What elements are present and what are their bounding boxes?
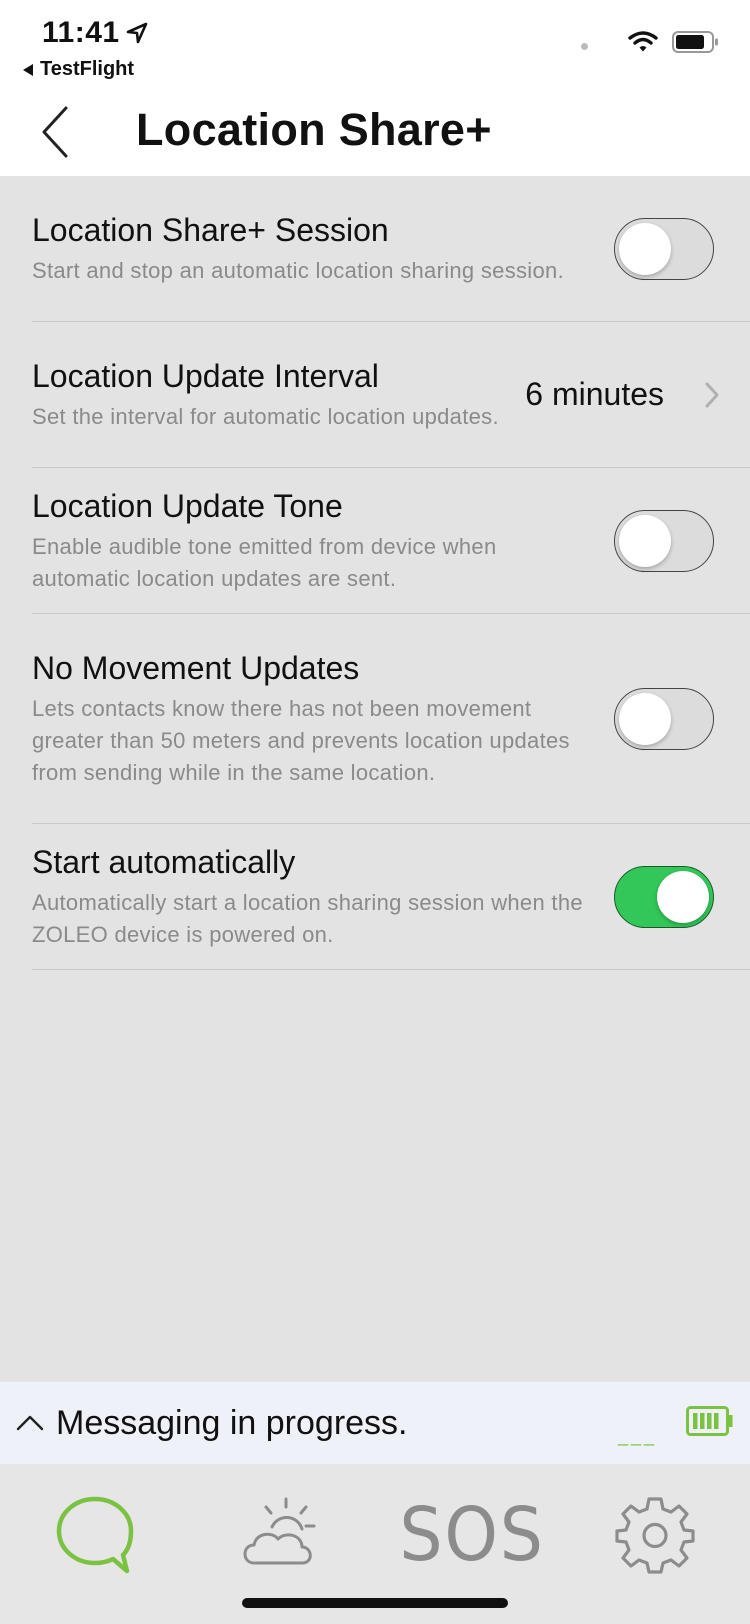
tab-messages[interactable] <box>40 1480 150 1590</box>
setting-title: Location Update Tone <box>32 487 343 524</box>
setting-text: Location Update Interval Set the interva… <box>32 357 525 433</box>
setting-row-update-tone: Location Update Tone Enable audible tone… <box>32 468 750 614</box>
setting-title: Location Share+ Session <box>32 211 389 248</box>
toggle-knob <box>619 222 671 275</box>
status-icons <box>581 30 720 54</box>
tab-settings[interactable] <box>600 1480 710 1590</box>
page-title: Location Share+ <box>136 104 492 155</box>
back-to-app-link[interactable]: TestFlight <box>22 58 134 81</box>
toggle-knob <box>619 514 671 567</box>
setting-description: Automatically start a location sharing s… <box>32 889 583 947</box>
setting-row-session: Location Share+ Session Start and stop a… <box>32 176 750 322</box>
setting-description: Set the interval for automatic location … <box>32 403 499 429</box>
toggle-knob <box>657 870 709 923</box>
setting-row-no-movement: No Movement Updates Lets contacts know t… <box>32 614 750 824</box>
setting-description: Start and stop an automatic location sha… <box>32 257 564 283</box>
chevron-left-icon <box>42 106 68 158</box>
setting-row-update-interval[interactable]: Location Update Interval Set the interva… <box>32 322 750 468</box>
signal-indicator: ___ <box>618 1426 658 1446</box>
battery-icon <box>672 31 718 53</box>
device-battery-icon <box>686 1406 733 1436</box>
no-movement-toggle[interactable] <box>614 687 714 750</box>
messaging-status-text: Messaging in progress. <box>56 1403 408 1442</box>
setting-title: No Movement Updates <box>32 649 360 686</box>
session-toggle[interactable] <box>614 217 714 280</box>
update-interval-selector[interactable]: 6 minutes <box>525 376 720 413</box>
setting-title: Location Update Interval <box>32 357 379 394</box>
toggle-knob <box>619 692 671 745</box>
setting-row-start-automatically: Start automatically Automatically start … <box>32 824 750 970</box>
back-triangle-icon <box>23 63 33 76</box>
messaging-status-bar[interactable]: Messaging in progress. ___ <box>0 1382 750 1464</box>
tab-sos[interactable]: SOS <box>399 1480 543 1590</box>
tab-bar: SOS <box>0 1464 750 1624</box>
update-tone-toggle[interactable] <box>614 509 714 572</box>
location-arrow-icon <box>126 22 147 44</box>
chevron-up-icon[interactable] <box>14 1407 46 1439</box>
gear-icon <box>615 1497 695 1574</box>
weather-icon <box>243 1497 316 1565</box>
sos-label: SOS <box>399 1492 545 1578</box>
status-time: 11:41 <box>42 16 148 50</box>
tab-weather[interactable] <box>226 1480 336 1590</box>
setting-description: Enable audible tone emitted from device … <box>32 533 497 591</box>
home-indicator[interactable] <box>242 1598 508 1608</box>
back-button[interactable] <box>36 104 76 160</box>
chevron-right-icon <box>705 382 719 407</box>
setting-text: Location Update Tone Enable audible tone… <box>32 487 614 595</box>
setting-text: No Movement Updates Lets contacts know t… <box>32 649 614 789</box>
chat-bubble-icon <box>56 1496 134 1574</box>
setting-description: Lets contacts know there has not been mo… <box>32 695 570 785</box>
wifi-icon <box>628 31 658 52</box>
start-automatically-toggle[interactable] <box>614 865 714 928</box>
update-interval-value: 6 minutes <box>525 376 664 412</box>
header: 11:41 TestFlight Location Share+ <box>0 0 750 176</box>
setting-text: Start automatically Automatically start … <box>32 843 614 951</box>
setting-text: Location Share+ Session Start and stop a… <box>32 211 614 287</box>
status-dot <box>581 42 588 50</box>
setting-title: Start automatically <box>32 843 296 880</box>
settings-list: Location Share+ Session Start and stop a… <box>0 176 750 970</box>
